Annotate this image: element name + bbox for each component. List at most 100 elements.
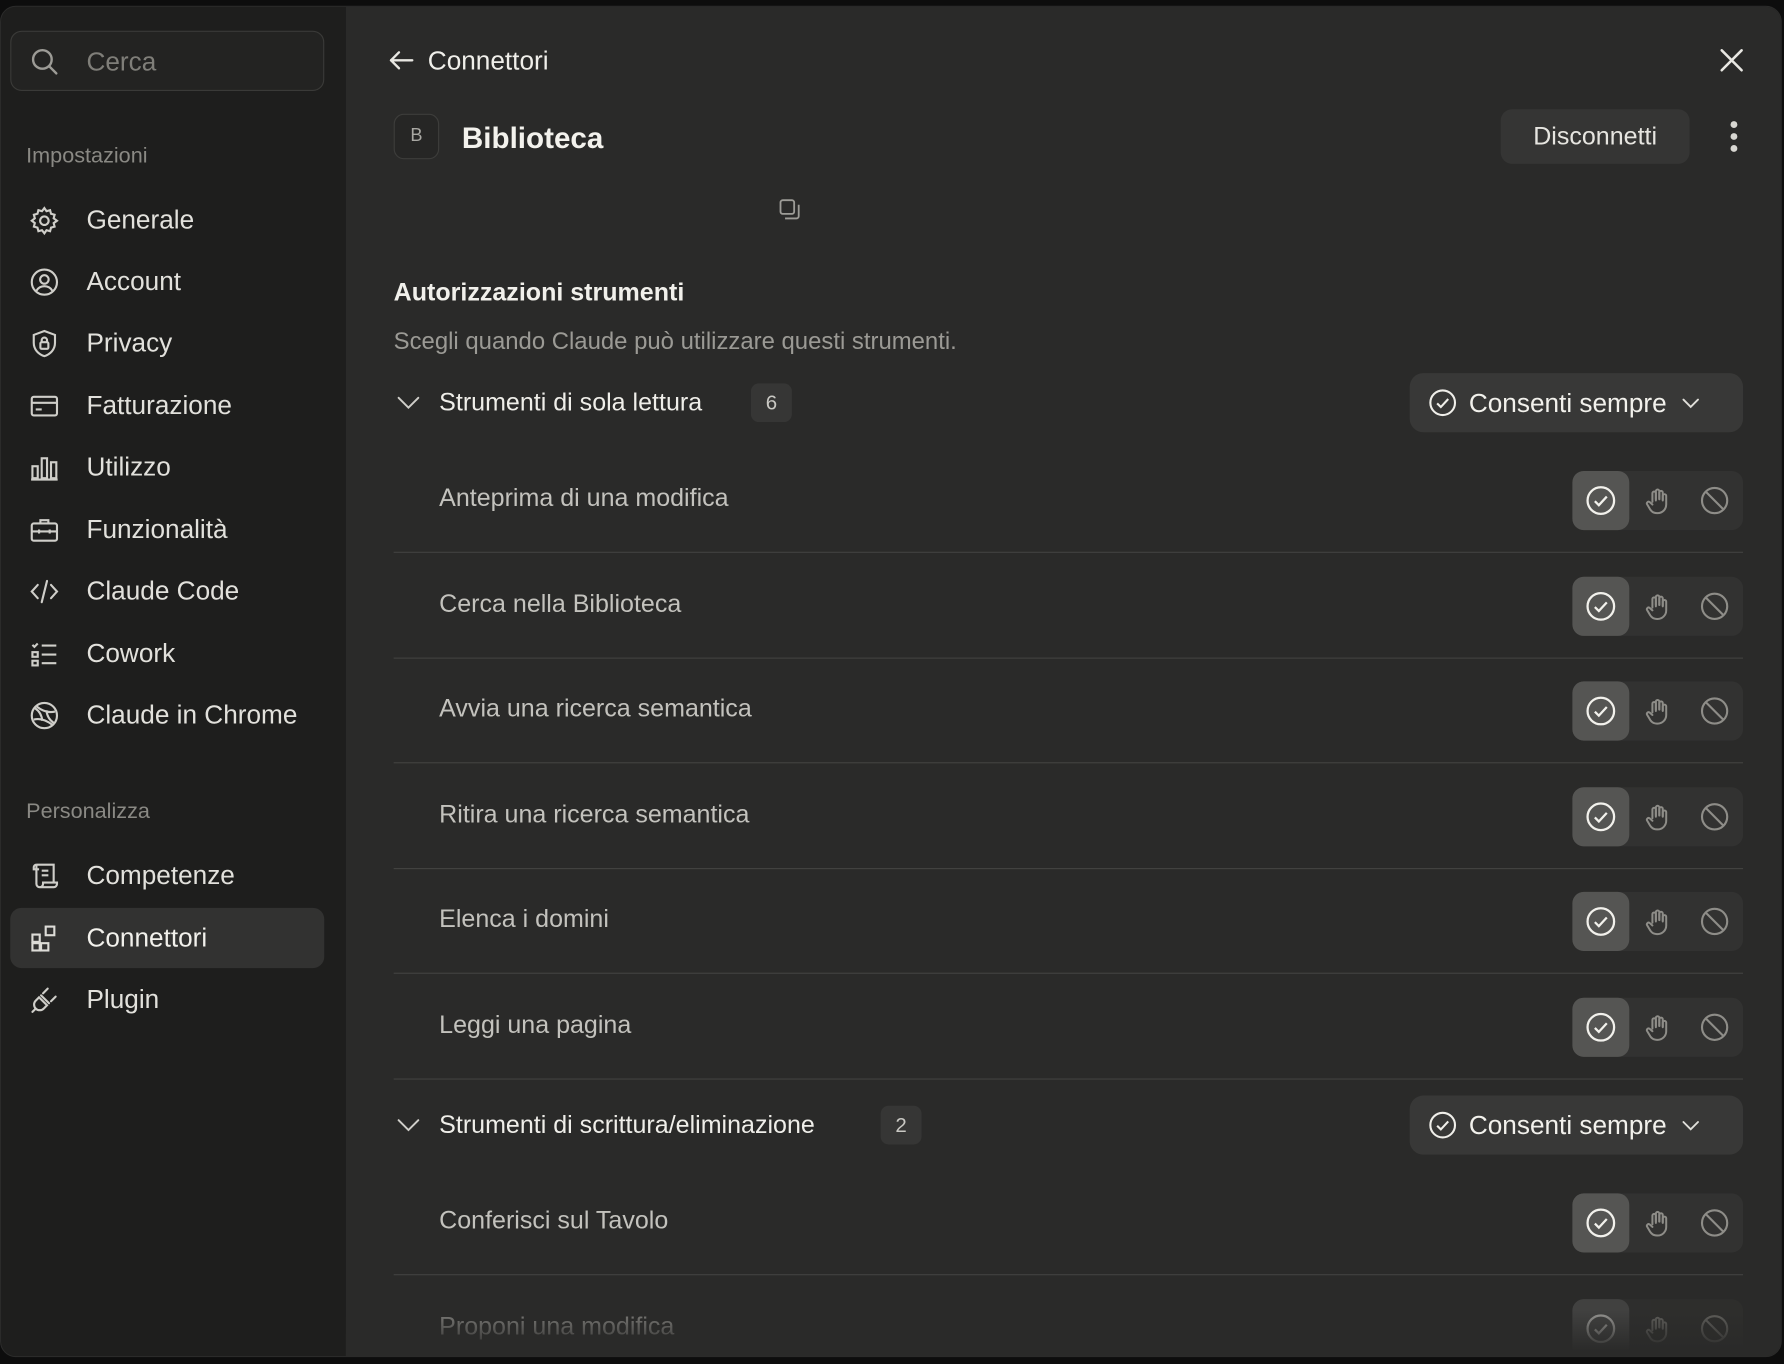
- chevron-down-icon[interactable]: [394, 1110, 424, 1140]
- block-icon: [1700, 486, 1729, 515]
- hand-icon: [1645, 488, 1668, 515]
- connector-avatar: B: [393, 113, 440, 160]
- group-permission-select[interactable]: Consenti sempre: [1409, 1095, 1744, 1155]
- sidebar-item-label: Generale: [86, 204, 195, 235]
- allow-always-button[interactable]: [1572, 892, 1630, 952]
- group-permission-value: Consenti sempre: [1468, 387, 1667, 417]
- tool-group-header: Strumenti di scrittura/eliminazione 2 Co…: [394, 1095, 1744, 1155]
- group-permission-select[interactable]: Consenti sempre: [1409, 373, 1744, 433]
- block-button[interactable]: [1686, 998, 1743, 1057]
- tool-row: Proponi una modifica: [394, 1276, 1744, 1357]
- hand-icon: [1645, 1015, 1668, 1041]
- section-title: Autorizzazioni strumenti: [393, 277, 685, 307]
- block-icon: [1700, 592, 1729, 620]
- hand-icon: [1645, 593, 1668, 620]
- tool-name: Anteprima di una modifica: [439, 483, 729, 512]
- check-circle-icon: [1429, 389, 1457, 417]
- back-arrow-icon[interactable]: [386, 44, 418, 76]
- permission-toggle: [1572, 470, 1744, 531]
- sidebar-item-plugin[interactable]: Plugin: [10, 969, 324, 1029]
- sidebar-item-claude-in-chrome[interactable]: Claude in Chrome: [10, 685, 324, 745]
- allow-always-button[interactable]: [1572, 681, 1630, 741]
- sidebar-item-account[interactable]: Account: [10, 251, 324, 311]
- search-input[interactable]: Cerca: [10, 30, 325, 92]
- sidebar-item-privacy[interactable]: Privacy: [10, 313, 324, 373]
- ask-button[interactable]: [1629, 576, 1686, 635]
- permission-toggle: [1572, 1193, 1744, 1253]
- sidebar-item-label: Connettori: [86, 922, 208, 953]
- sidebar-item-funzionalita[interactable]: Funzionalità: [10, 499, 324, 559]
- sidebar-item-label: Cowork: [86, 638, 176, 668]
- check-circle-icon: [1586, 486, 1616, 515]
- sidebar-item-competenze[interactable]: Competenze: [10, 845, 324, 905]
- chevron-down-icon: [1682, 1121, 1699, 1131]
- user-circle-icon: [27, 264, 61, 298]
- ask-button[interactable]: [1629, 1299, 1686, 1356]
- connector-detail-panel: Connettori B Biblioteca Disconnetti Auto…: [345, 6, 1781, 1357]
- sidebar-item-cowork[interactable]: Cowork: [10, 623, 324, 683]
- more-options-icon[interactable]: [1717, 116, 1751, 157]
- bar-chart-icon: [27, 450, 61, 484]
- code-icon: [27, 574, 61, 608]
- block-button[interactable]: [1686, 1299, 1743, 1356]
- sidebar-item-label: Claude Code: [86, 575, 240, 606]
- block-button[interactable]: [1686, 1193, 1743, 1252]
- tool-name: Cerca nella Biblioteca: [439, 588, 682, 618]
- sidebar-item-generale[interactable]: Generale: [10, 190, 324, 250]
- tool-name: Leggi una pagina: [439, 1010, 632, 1039]
- hand-icon: [1645, 699, 1668, 725]
- tool-group-name: Strumenti di sola lettura: [439, 387, 703, 417]
- allow-always-button[interactable]: [1572, 470, 1630, 531]
- ask-button[interactable]: [1629, 1193, 1686, 1252]
- block-button[interactable]: [1686, 576, 1743, 635]
- hand-icon: [1645, 909, 1668, 936]
- permission-toggle: [1572, 681, 1744, 741]
- page-title[interactable]: Connettori: [428, 46, 549, 77]
- sidebar-item-label: Privacy: [86, 327, 173, 358]
- tool-group-header: Strumenti di sola lettura 6 Consenti sem…: [394, 373, 1744, 433]
- check-circle-icon: [1586, 802, 1616, 831]
- tool-row: Leggi una pagina: [393, 975, 1744, 1080]
- sidebar-item-utilizzo[interactable]: Utilizzo: [10, 437, 324, 497]
- gear-icon: [27, 203, 61, 237]
- sidebar-item-connettori[interactable]: Connettori: [10, 907, 325, 969]
- chevron-down-icon[interactable]: [394, 388, 424, 418]
- block-button[interactable]: [1686, 682, 1743, 741]
- sidebar-item-claude-code[interactable]: Claude Code: [10, 561, 324, 621]
- tool-row: Ritira una ricerca semantica: [393, 764, 1744, 869]
- allow-always-button[interactable]: [1572, 787, 1630, 847]
- copy-icon[interactable]: [776, 196, 803, 223]
- allow-always-button[interactable]: [1572, 1193, 1630, 1253]
- permission-toggle: [1572, 787, 1744, 847]
- disconnect-button[interactable]: Disconnetti: [1500, 109, 1690, 164]
- ask-button[interactable]: [1629, 471, 1686, 530]
- allow-always-button[interactable]: [1572, 997, 1630, 1057]
- permission-toggle: [1572, 576, 1744, 636]
- tool-name: Elenca i domini: [439, 904, 609, 934]
- ask-button[interactable]: [1629, 682, 1686, 741]
- check-circle-icon: [1586, 696, 1616, 726]
- tool-row: Cerca nella Biblioteca: [393, 554, 1744, 659]
- block-button[interactable]: [1686, 471, 1743, 530]
- tool-row: Elenca i domini: [393, 870, 1744, 975]
- check-circle-icon: [1586, 1208, 1616, 1238]
- close-icon[interactable]: [1715, 43, 1749, 77]
- tool-name: Proponi una modifica: [439, 1311, 675, 1340]
- tool-row: Conferisci sul Tavolo: [393, 1171, 1744, 1276]
- ask-button[interactable]: [1629, 998, 1686, 1057]
- chevron-down-icon: [1682, 398, 1699, 409]
- allow-always-button[interactable]: [1572, 576, 1630, 636]
- grid-plus-icon: [27, 921, 61, 955]
- ask-button[interactable]: [1629, 892, 1686, 951]
- ask-button[interactable]: [1629, 787, 1686, 846]
- credit-card-icon: [27, 388, 61, 422]
- sidebar-item-fatturazione[interactable]: Fatturazione: [10, 375, 324, 435]
- block-button[interactable]: [1686, 787, 1743, 846]
- block-icon: [1700, 697, 1729, 725]
- tool-name: Conferisci sul Tavolo: [439, 1205, 669, 1235]
- scroll-icon: [27, 858, 61, 892]
- block-button[interactable]: [1686, 892, 1743, 951]
- globe-icon: [27, 698, 61, 732]
- search-icon: [31, 48, 58, 75]
- allow-always-button[interactable]: [1572, 1298, 1630, 1357]
